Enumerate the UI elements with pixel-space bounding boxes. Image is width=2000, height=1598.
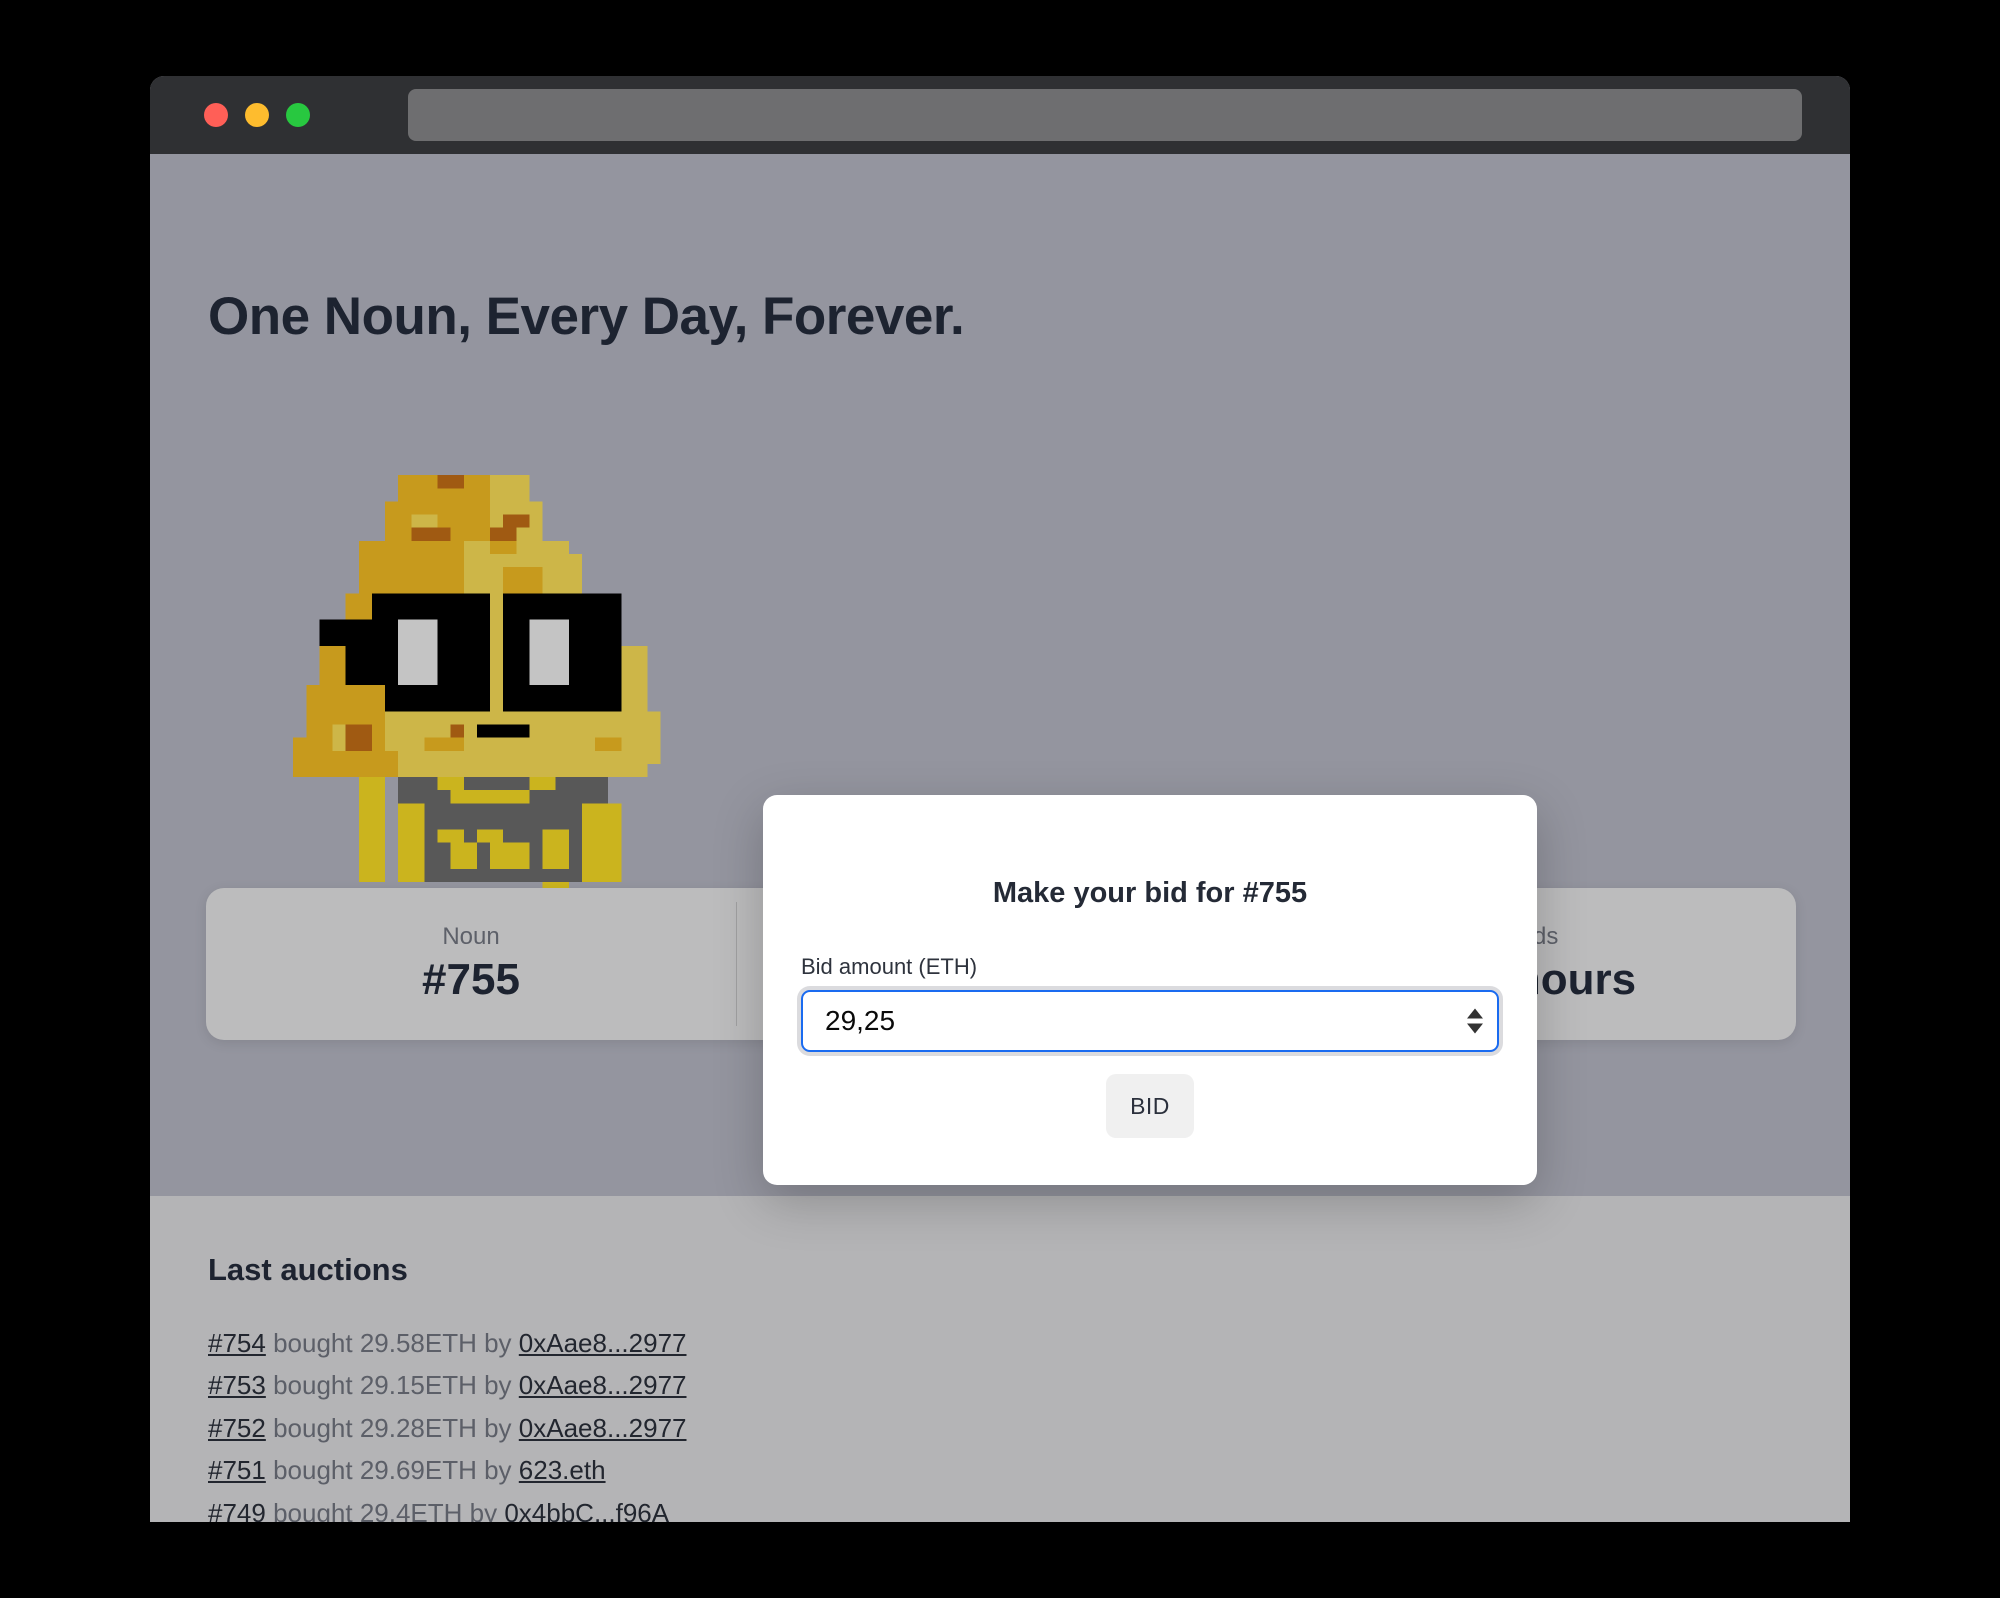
bid-amount-label: Bid amount (ETH) [801,954,978,979]
list-item: #754 bought 29.58ETH by 0xAae8...2977 [208,1322,1792,1364]
info-label: Noun [442,923,500,950]
address-bar-input[interactable] [408,89,1802,141]
traffic-lights [204,103,310,127]
noun-pixel-art [280,432,700,912]
close-window-icon[interactable] [204,103,228,127]
list-item: #751 bought 29.69ETH by 623.eth [208,1449,1792,1491]
bid-input-wrap [801,990,1499,1052]
auction-id-link[interactable]: #753 [208,1370,266,1400]
auction-id-link[interactable]: #752 [208,1413,266,1443]
bid-modal: Make your bid for #755 Bid amount (ETH) … [763,795,1537,1185]
spinner-up-icon[interactable] [1467,1008,1483,1019]
auction-info-cell-noun: Noun #755 [206,888,736,1040]
auction-id-link[interactable]: #749 [208,1498,266,1523]
auction-id-link[interactable]: #751 [208,1455,266,1485]
bid-submit-row: BID [801,1074,1499,1138]
info-value: #755 [422,955,520,1004]
auction-detail-text: bought 29.15ETH by [265,1370,519,1401]
list-item: #749 bought 29.4ETH by 0x4bbC...f96A [208,1492,1792,1523]
minimize-window-icon[interactable] [245,103,269,127]
page-viewport: One Noun, Every Day, Forever. Noun #755 … [150,154,1850,1522]
list-item: #753 bought 29.15ETH by 0xAae8...2977 [208,1364,1792,1406]
bid-amount-input[interactable] [801,990,1499,1052]
bidder-link[interactable]: 0xAae8...2977 [519,1370,687,1400]
auction-detail-text: bought 29.69ETH by [265,1455,519,1486]
page-title: One Noun, Every Day, Forever. [208,287,965,346]
auction-detail-text: bought 29.28ETH by [265,1412,519,1443]
auction-detail-text: bought 29.58ETH by [265,1328,519,1358]
browser-window: One Noun, Every Day, Forever. Noun #755 … [150,76,1850,1522]
spinner-down-icon[interactable] [1467,1023,1483,1034]
bidder-link[interactable]: 0x4bbC...f96A [504,1498,669,1523]
auction-id-link[interactable]: #754 [208,1328,266,1358]
browser-titlebar [150,76,1850,154]
list-item: #752 bought 29.28ETH by 0xAae8...2977 [208,1407,1792,1449]
bidder-link[interactable]: 0xAae8...2977 [519,1328,687,1358]
bid-submit-button[interactable]: BID [1106,1074,1194,1138]
last-auctions-title: Last auctions [208,1252,408,1287]
auction-detail-text: bought 29.4ETH by [265,1497,505,1523]
bidder-link[interactable]: 0xAae8...2977 [519,1413,687,1443]
last-auctions-list: #754 bought 29.58ETH by 0xAae8...2977 #7… [208,1322,1792,1522]
number-spinner[interactable] [1467,1008,1483,1034]
maximize-window-icon[interactable] [286,103,310,127]
bidder-link[interactable]: 623.eth [519,1455,606,1485]
last-auctions-section: Last auctions #754 bought 29.58ETH by 0x… [150,1196,1850,1522]
screen: One Noun, Every Day, Forever. Noun #755 … [0,0,2000,1598]
bid-modal-title: Make your bid for #755 [992,877,1308,909]
